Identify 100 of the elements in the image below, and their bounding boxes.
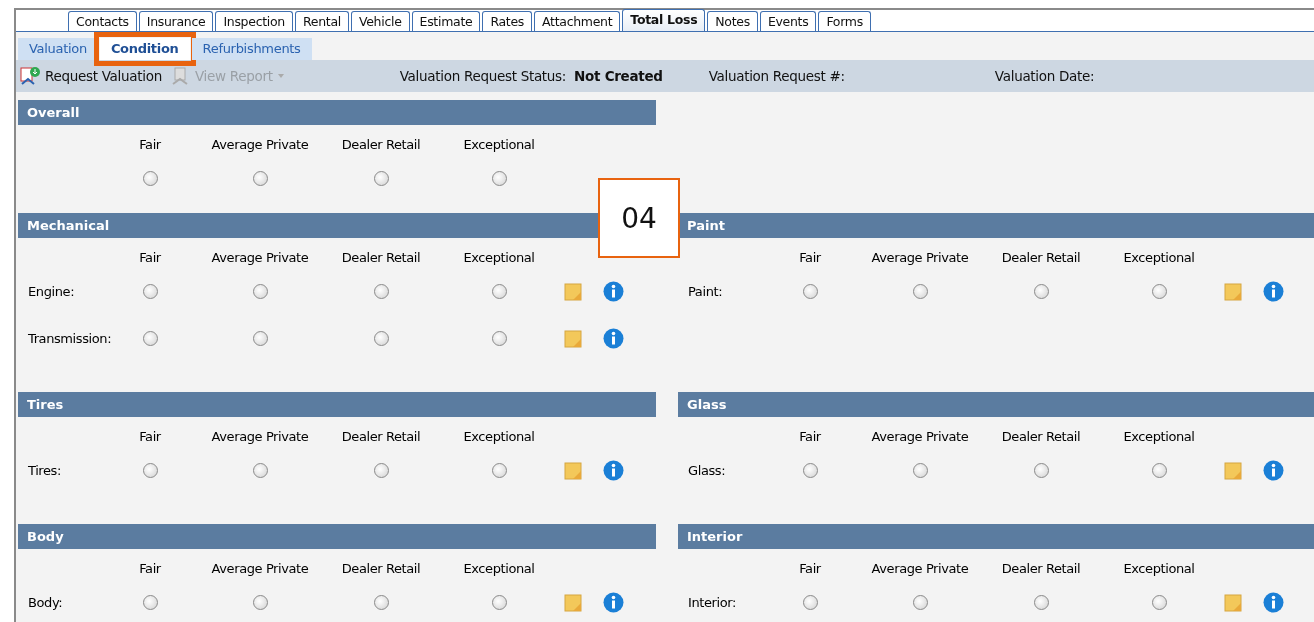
- radio-button[interactable]: [802, 463, 818, 478]
- radio-button[interactable]: [252, 171, 268, 186]
- tab[interactable]: Insurance: [138, 11, 214, 31]
- column-header: Dealer Retail: [1000, 560, 1082, 578]
- radio-button[interactable]: [142, 171, 158, 186]
- section-header: Paint: [678, 213, 1314, 238]
- note-icon[interactable]: [564, 461, 582, 480]
- tab[interactable]: Events: [759, 11, 817, 31]
- sub-tab[interactable]: Refurbishments: [191, 38, 312, 60]
- column-header: Dealer Retail: [1000, 428, 1082, 446]
- request-number-label: Valuation Request #:: [708, 68, 845, 84]
- column-header: Dealer Retail: [340, 136, 422, 154]
- column-header: Exceptional: [462, 136, 536, 154]
- row-label: Glass:: [688, 461, 726, 480]
- radio-button[interactable]: [252, 595, 268, 610]
- note-icon[interactable]: [1224, 282, 1242, 301]
- row-label: Engine:: [28, 282, 75, 301]
- tab[interactable]: Total Loss: [622, 9, 706, 31]
- radio-button[interactable]: [252, 463, 268, 478]
- column-header: Dealer Retail: [1000, 249, 1082, 267]
- note-icon[interactable]: [1224, 461, 1242, 480]
- note-icon[interactable]: [564, 593, 582, 612]
- tab[interactable]: Estimate: [411, 11, 481, 31]
- note-icon[interactable]: [564, 329, 582, 348]
- radio-button[interactable]: [373, 595, 389, 610]
- info-icon[interactable]: [602, 281, 624, 302]
- valuation-date-label: Valuation Date:: [994, 68, 1095, 84]
- status-label: Valuation Request Status:: [399, 68, 567, 84]
- radio-button[interactable]: [491, 463, 507, 478]
- note-icon[interactable]: [564, 282, 582, 301]
- radio-button[interactable]: [373, 284, 389, 299]
- column-header: Fair: [138, 560, 162, 578]
- info-icon[interactable]: [1262, 592, 1284, 613]
- tab[interactable]: Contacts: [68, 11, 137, 31]
- section-header: Body: [18, 524, 656, 549]
- column-header: Exceptional: [1122, 560, 1196, 578]
- column-header: Dealer Retail: [340, 560, 422, 578]
- row-label: Tires:: [28, 461, 61, 480]
- section-header: Interior: [678, 524, 1314, 549]
- request-valuation-command[interactable]: Request Valuation: [16, 66, 166, 86]
- column-header: Exceptional: [1122, 428, 1196, 446]
- row-label: Body:: [28, 593, 63, 612]
- tab[interactable]: Rates: [482, 11, 533, 31]
- radio-button[interactable]: [1033, 595, 1049, 610]
- radio-button[interactable]: [1033, 284, 1049, 299]
- radio-button[interactable]: [802, 284, 818, 299]
- row-label: Transmission:: [28, 329, 112, 348]
- column-header: Average Private: [210, 136, 310, 154]
- info-icon[interactable]: [1262, 460, 1284, 481]
- column-header: Fair: [798, 249, 822, 267]
- radio-button[interactable]: [1151, 463, 1167, 478]
- section-header: Glass: [678, 392, 1314, 417]
- radio-button[interactable]: [1151, 284, 1167, 299]
- radio-button[interactable]: [912, 284, 928, 299]
- radio-button[interactable]: [142, 331, 158, 346]
- note-icon[interactable]: [1224, 593, 1242, 612]
- column-header: Exceptional: [1122, 249, 1196, 267]
- column-header: Average Private: [870, 428, 970, 446]
- radio-button[interactable]: [1151, 595, 1167, 610]
- radio-button[interactable]: [142, 284, 158, 299]
- column-header: Fair: [798, 560, 822, 578]
- info-icon[interactable]: [602, 460, 624, 481]
- radio-button[interactable]: [491, 284, 507, 299]
- radio-button[interactable]: [373, 463, 389, 478]
- tab[interactable]: Attachment: [534, 11, 621, 31]
- radio-button[interactable]: [912, 595, 928, 610]
- callout-label: 04: [598, 178, 680, 258]
- column-header: Fair: [798, 428, 822, 446]
- column-header: Average Private: [210, 249, 310, 267]
- column-header: Dealer Retail: [340, 428, 422, 446]
- radio-button[interactable]: [142, 595, 158, 610]
- column-header: Exceptional: [462, 428, 536, 446]
- radio-button[interactable]: [142, 463, 158, 478]
- radio-button[interactable]: [491, 595, 507, 610]
- radio-button[interactable]: [912, 463, 928, 478]
- tab[interactable]: Inspection: [215, 11, 293, 31]
- request-icon: [20, 66, 42, 86]
- section-header: Overall: [18, 100, 656, 125]
- radio-button[interactable]: [491, 331, 507, 346]
- tab[interactable]: Forms: [818, 11, 871, 31]
- info-icon[interactable]: [602, 592, 624, 613]
- radio-button[interactable]: [1033, 463, 1049, 478]
- view-report-command: View Report: [165, 66, 290, 86]
- radio-button[interactable]: [252, 284, 268, 299]
- section-header: Tires: [18, 392, 656, 417]
- column-header: Dealer Retail: [340, 249, 422, 267]
- info-icon[interactable]: [602, 328, 624, 349]
- tab[interactable]: Notes: [707, 11, 758, 31]
- info-icon[interactable]: [1262, 281, 1284, 302]
- tab[interactable]: Rental: [294, 11, 349, 31]
- radio-button[interactable]: [373, 331, 389, 346]
- column-header: Average Private: [210, 428, 310, 446]
- radio-button[interactable]: [802, 595, 818, 610]
- column-header: Exceptional: [462, 249, 536, 267]
- column-header: Average Private: [870, 560, 970, 578]
- radio-button[interactable]: [491, 171, 507, 186]
- radio-button[interactable]: [252, 331, 268, 346]
- column-header: Fair: [138, 136, 162, 154]
- tab[interactable]: Vehicle: [350, 11, 410, 31]
- radio-button[interactable]: [373, 171, 389, 186]
